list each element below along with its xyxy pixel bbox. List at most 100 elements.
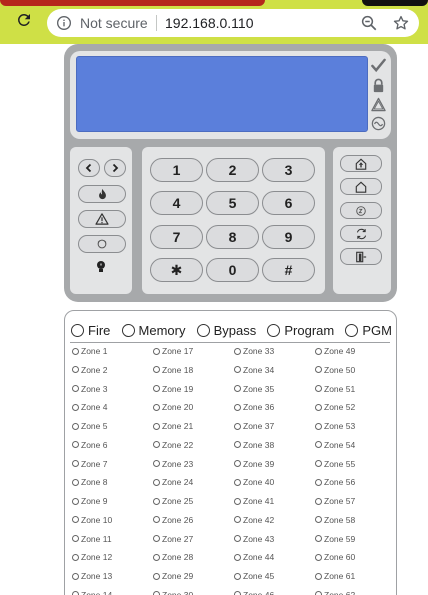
zone-item[interactable]: Zone 28 [153,550,193,564]
zone-item[interactable]: Zone 11 [72,532,112,546]
zone-item[interactable]: Zone 19 [153,382,193,396]
zone-item[interactable]: Zone 37 [234,419,274,433]
mode-program[interactable]: Program [267,323,334,338]
info-icon[interactable] [56,15,72,31]
zone-radio[interactable] [315,478,322,486]
zone-radio[interactable] [315,572,322,580]
zone-radio[interactable] [153,403,160,411]
zone-radio[interactable] [315,591,322,595]
zone-radio[interactable] [72,553,79,561]
zone-radio[interactable] [315,460,322,467]
zone-item[interactable]: Zone 61 [315,569,355,583]
zone-item[interactable]: Zone 25 [153,494,193,508]
key-6[interactable]: 6 [262,191,315,215]
zone-item[interactable]: Zone 46 [234,588,274,595]
zone-radio[interactable] [234,441,241,449]
zone-item[interactable]: Zone 13 [72,569,112,583]
zone-item[interactable]: Zone 2 [72,363,107,377]
bookmark-star-icon[interactable] [392,14,410,32]
zone-radio[interactable] [234,460,241,467]
url-text[interactable]: 192.168.0.110 [165,15,254,31]
arm-stay-button[interactable] [340,178,382,195]
zone-radio[interactable] [234,347,241,355]
security-label[interactable]: Not secure [80,15,148,31]
radio-button[interactable] [71,323,84,337]
zone-item[interactable]: Zone 56 [315,475,355,489]
zone-radio[interactable] [153,572,160,580]
browser-tab[interactable] [362,0,428,6]
zone-item[interactable]: Zone 17 [153,344,193,358]
zone-radio[interactable] [72,385,79,392]
zone-item[interactable]: Zone 27 [153,532,193,546]
zone-radio[interactable] [72,591,79,595]
arm-away-button[interactable] [340,155,382,172]
zone-radio[interactable] [153,535,160,542]
radio-button[interactable] [267,323,281,337]
zone-item[interactable]: Zone 50 [315,363,355,377]
refresh-button[interactable] [340,225,382,242]
zone-item[interactable]: Zone 30 [153,588,193,595]
zone-item[interactable]: Zone 39 [234,457,274,471]
zone-item[interactable]: Zone 54 [315,438,355,452]
zone-item[interactable]: Zone 33 [234,344,274,358]
zone-item[interactable]: Zone 57 [315,494,355,508]
zone-radio[interactable] [153,516,160,524]
zone-radio[interactable] [234,553,241,561]
zone-radio[interactable] [72,422,79,430]
zone-item[interactable]: Zone 45 [234,569,274,583]
zone-item[interactable]: Zone 20 [153,400,193,414]
key-4[interactable]: 4 [150,191,203,215]
key-2[interactable]: 2 [206,158,259,182]
key-1[interactable]: 1 [150,158,203,182]
zone-radio[interactable] [153,460,160,467]
zone-radio[interactable] [153,478,160,486]
zone-radio[interactable] [315,422,322,430]
zone-radio[interactable] [315,385,322,392]
zone-radio[interactable] [234,591,241,595]
zoom-out-icon[interactable] [360,14,378,32]
mode-bypass[interactable]: Bypass [196,323,256,338]
zone-radio[interactable] [72,516,79,524]
zone-radio[interactable] [72,460,79,467]
reload-button[interactable] [13,9,35,31]
zone-radio[interactable] [315,535,322,542]
zone-radio[interactable] [153,591,160,595]
zone-item[interactable]: Zone 18 [153,363,193,377]
scroll-right-button[interactable] [104,159,126,177]
zone-radio[interactable] [72,535,79,542]
zone-item[interactable]: Zone 7 [72,457,107,471]
zone-radio[interactable] [234,478,241,486]
zone-item[interactable]: Zone 1 [72,344,107,358]
zone-radio[interactable] [315,441,322,449]
key-7[interactable]: 7 [150,225,203,249]
zone-radio[interactable] [234,422,241,430]
mode-memory[interactable]: Memory [121,323,185,338]
medical-panic-button[interactable] [78,235,126,253]
zone-item[interactable]: Zone 22 [153,438,193,452]
key-star[interactable]: ✱ [150,258,203,282]
zone-item[interactable]: Zone 43 [234,532,274,546]
zone-radio[interactable] [72,347,79,355]
scroll-left-button[interactable] [78,159,100,177]
zone-item[interactable]: Zone 59 [315,532,355,546]
zone-item[interactable]: Zone 41 [234,494,274,508]
zone-radio[interactable] [72,478,79,486]
zone-radio[interactable] [234,385,241,392]
zone-item[interactable]: Zone 51 [315,382,355,396]
zone-radio[interactable] [153,422,160,430]
zone-radio[interactable] [72,366,79,374]
zone-radio[interactable] [234,403,241,411]
mode-pgm[interactable]: PGM [345,323,392,338]
zone-item[interactable]: Zone 14 [72,588,112,595]
zone-item[interactable]: Zone 49 [315,344,355,358]
address-bar[interactable]: Not secure 192.168.0.110 [47,9,419,37]
zone-radio[interactable] [315,347,322,355]
zone-item[interactable]: Zone 9 [72,494,107,508]
zone-radio[interactable] [315,497,322,505]
zone-item[interactable]: Zone 38 [234,438,274,452]
zone-item[interactable]: Zone 52 [315,400,355,414]
zone-item[interactable]: Zone 8 [72,475,107,489]
zone-item[interactable]: Zone 40 [234,475,274,489]
zone-item[interactable]: Zone 3 [72,382,107,396]
zone-item[interactable]: Zone 6 [72,438,107,452]
